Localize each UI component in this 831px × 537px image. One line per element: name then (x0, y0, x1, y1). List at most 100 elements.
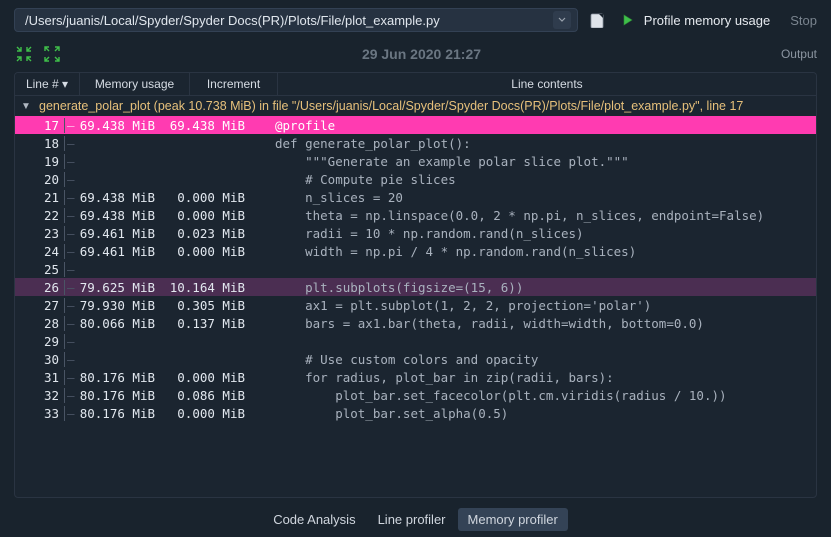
line-number: 33 (15, 406, 65, 421)
profile-memory-button[interactable]: Profile memory usage (618, 10, 770, 30)
code-cell: # Use custom colors and opacity (257, 352, 816, 367)
line-number: 19 (15, 154, 65, 169)
memory-usage-cell: 69.461 MiB (77, 226, 167, 241)
increment-cell: 69.438 MiB (167, 118, 257, 133)
code-cell: @profile (257, 118, 816, 133)
code-cell: """Generate an example polar slice plot.… (257, 154, 816, 169)
expand-all-icon[interactable] (42, 44, 62, 64)
code-cell: bars = ax1.bar(theta, radii, width=width… (257, 316, 816, 331)
code-row[interactable]: 27–79.930 MiB0.305 MiB ax1 = plt.subplot… (15, 296, 816, 314)
line-number: 17 (15, 118, 65, 133)
code-row[interactable]: 28–80.066 MiB0.137 MiB bars = ax1.bar(th… (15, 314, 816, 332)
code-row[interactable]: 30– # Use custom colors and opacity (15, 350, 816, 368)
stop-button[interactable]: Stop (790, 13, 817, 28)
header-memory-usage[interactable]: Memory usage (80, 73, 190, 95)
line-number: 24 (15, 244, 65, 259)
play-icon (618, 10, 638, 30)
line-number: 23 (15, 226, 65, 241)
header-line-number[interactable]: Line # ▾ (15, 73, 80, 95)
code-cell: for radius, plot_bar in zip(radii, bars)… (257, 370, 816, 385)
code-row[interactable]: 21–69.438 MiB0.000 MiB n_slices = 20 (15, 188, 816, 206)
header-increment[interactable]: Increment (190, 73, 278, 95)
collapse-triangle-icon[interactable]: ▼ (21, 101, 33, 112)
increment-cell: 0.000 MiB (167, 370, 257, 385)
line-number: 31 (15, 370, 65, 385)
increment-cell: 0.000 MiB (167, 244, 257, 259)
memory-usage-cell: 80.176 MiB (77, 406, 167, 421)
header-line-contents[interactable]: Line contents (278, 73, 816, 95)
code-row[interactable]: 26–79.625 MiB10.164 MiB plt.subplots(fig… (15, 278, 816, 296)
output-button[interactable]: Output (781, 47, 817, 61)
code-row[interactable]: 18–def generate_polar_plot(): (15, 134, 816, 152)
line-number: 32 (15, 388, 65, 403)
increment-cell: 0.137 MiB (167, 316, 257, 331)
collapse-expand-cluster (14, 44, 62, 64)
line-number: 20 (15, 172, 65, 187)
code-cell: ax1 = plt.subplot(1, 2, 2, projection='p… (257, 298, 816, 313)
code-cell: width = np.pi / 4 * np.random.rand(n_sli… (257, 244, 816, 259)
code-row[interactable]: 19– """Generate an example polar slice p… (15, 152, 816, 170)
code-row[interactable]: 31–80.176 MiB0.000 MiB for radius, plot_… (15, 368, 816, 386)
memory-usage-cell: 69.461 MiB (77, 244, 167, 259)
code-cell: # Compute pie slices (257, 172, 816, 187)
line-number: 28 (15, 316, 65, 331)
code-row[interactable]: 20– # Compute pie slices (15, 170, 816, 188)
line-number: 18 (15, 136, 65, 151)
code-row[interactable]: 33–80.176 MiB0.000 MiB plot_bar.set_alph… (15, 404, 816, 422)
increment-cell: 0.023 MiB (167, 226, 257, 241)
line-number: 27 (15, 298, 65, 313)
stop-label: Stop (790, 13, 817, 28)
code-row[interactable]: 29– (15, 332, 816, 350)
line-number: 25 (15, 262, 65, 277)
second-toolbar: 29 Jun 2020 21:27 Output (0, 38, 831, 72)
code-rows-container: 17–69.438 MiB69.438 MiB@profile18–def ge… (15, 116, 816, 422)
profiler-panel: Line # ▾ Memory usage Increment Line con… (14, 72, 817, 498)
tab-memory-profiler[interactable]: Memory profiler (458, 508, 568, 531)
memory-usage-cell: 80.176 MiB (77, 370, 167, 385)
line-number: 30 (15, 352, 65, 367)
memory-usage-cell: 80.066 MiB (77, 316, 167, 331)
code-row[interactable]: 23–69.461 MiB0.023 MiB radii = 10 * np.r… (15, 224, 816, 242)
memory-usage-cell: 69.438 MiB (77, 118, 167, 133)
code-row[interactable]: 22–69.438 MiB0.000 MiB theta = np.linspa… (15, 206, 816, 224)
code-row[interactable]: 25– (15, 260, 816, 278)
line-number: 21 (15, 190, 65, 205)
collapse-all-icon[interactable] (14, 44, 34, 64)
column-headers: Line # ▾ Memory usage Increment Line con… (15, 73, 816, 96)
tab-line-profiler[interactable]: Line profiler (368, 508, 456, 531)
function-summary-text: generate_polar_plot (peak 10.738 MiB) in… (39, 99, 743, 113)
code-cell: n_slices = 20 (257, 190, 816, 205)
code-cell: plot_bar.set_facecolor(plt.cm.viridis(ra… (257, 388, 816, 403)
line-number: 22 (15, 208, 65, 223)
code-cell: plt.subplots(figsize=(15, 6)) (257, 280, 816, 295)
bottom-tabs: Code Analysis Line profiler Memory profi… (0, 498, 831, 537)
increment-cell: 0.086 MiB (167, 388, 257, 403)
open-file-icon[interactable] (588, 10, 608, 30)
memory-usage-cell: 69.438 MiB (77, 190, 167, 205)
file-path-input[interactable]: /Users/juanis/Local/Spyder/Spyder Docs(P… (14, 8, 578, 32)
code-cell: radii = 10 * np.random.rand(n_slices) (257, 226, 816, 241)
function-summary-row[interactable]: ▼ generate_polar_plot (peak 10.738 MiB) … (15, 96, 816, 116)
line-number: 26 (15, 280, 65, 295)
file-path-text: /Users/juanis/Local/Spyder/Spyder Docs(P… (25, 13, 440, 28)
code-row[interactable]: 32–80.176 MiB0.086 MiB plot_bar.set_face… (15, 386, 816, 404)
profile-memory-label: Profile memory usage (644, 13, 770, 28)
tab-code-analysis[interactable]: Code Analysis (263, 508, 365, 531)
code-row[interactable]: 17–69.438 MiB69.438 MiB@profile (15, 116, 816, 134)
increment-cell: 0.000 MiB (167, 190, 257, 205)
memory-usage-cell: 69.438 MiB (77, 208, 167, 223)
top-toolbar: /Users/juanis/Local/Spyder/Spyder Docs(P… (0, 0, 831, 38)
memory-usage-cell: 80.176 MiB (77, 388, 167, 403)
memory-usage-cell: 79.625 MiB (77, 280, 167, 295)
code-cell: plot_bar.set_alpha(0.5) (257, 406, 816, 421)
memory-usage-cell: 79.930 MiB (77, 298, 167, 313)
line-number: 29 (15, 334, 65, 349)
increment-cell: 10.164 MiB (167, 280, 257, 295)
code-row[interactable]: 24–69.461 MiB0.000 MiB width = np.pi / 4… (15, 242, 816, 260)
sort-down-icon: ▾ (62, 77, 68, 91)
increment-cell: 0.305 MiB (167, 298, 257, 313)
increment-cell: 0.000 MiB (167, 208, 257, 223)
increment-cell: 0.000 MiB (167, 406, 257, 421)
timestamp-label: 29 Jun 2020 21:27 (62, 46, 781, 62)
path-dropdown-icon[interactable] (553, 11, 571, 29)
